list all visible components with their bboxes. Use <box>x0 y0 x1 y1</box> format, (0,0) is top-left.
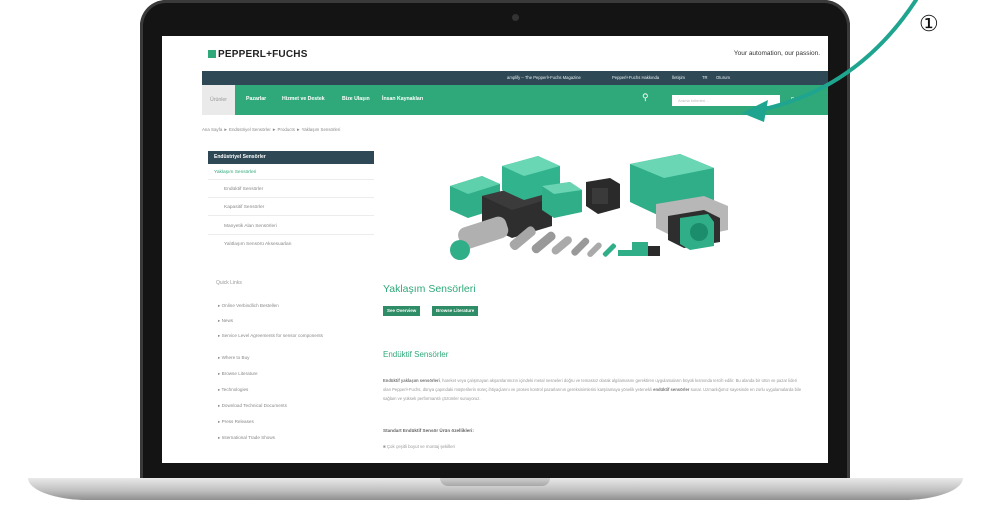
annotation-arrow <box>742 0 918 122</box>
annotation-marker: ① <box>919 12 939 37</box>
